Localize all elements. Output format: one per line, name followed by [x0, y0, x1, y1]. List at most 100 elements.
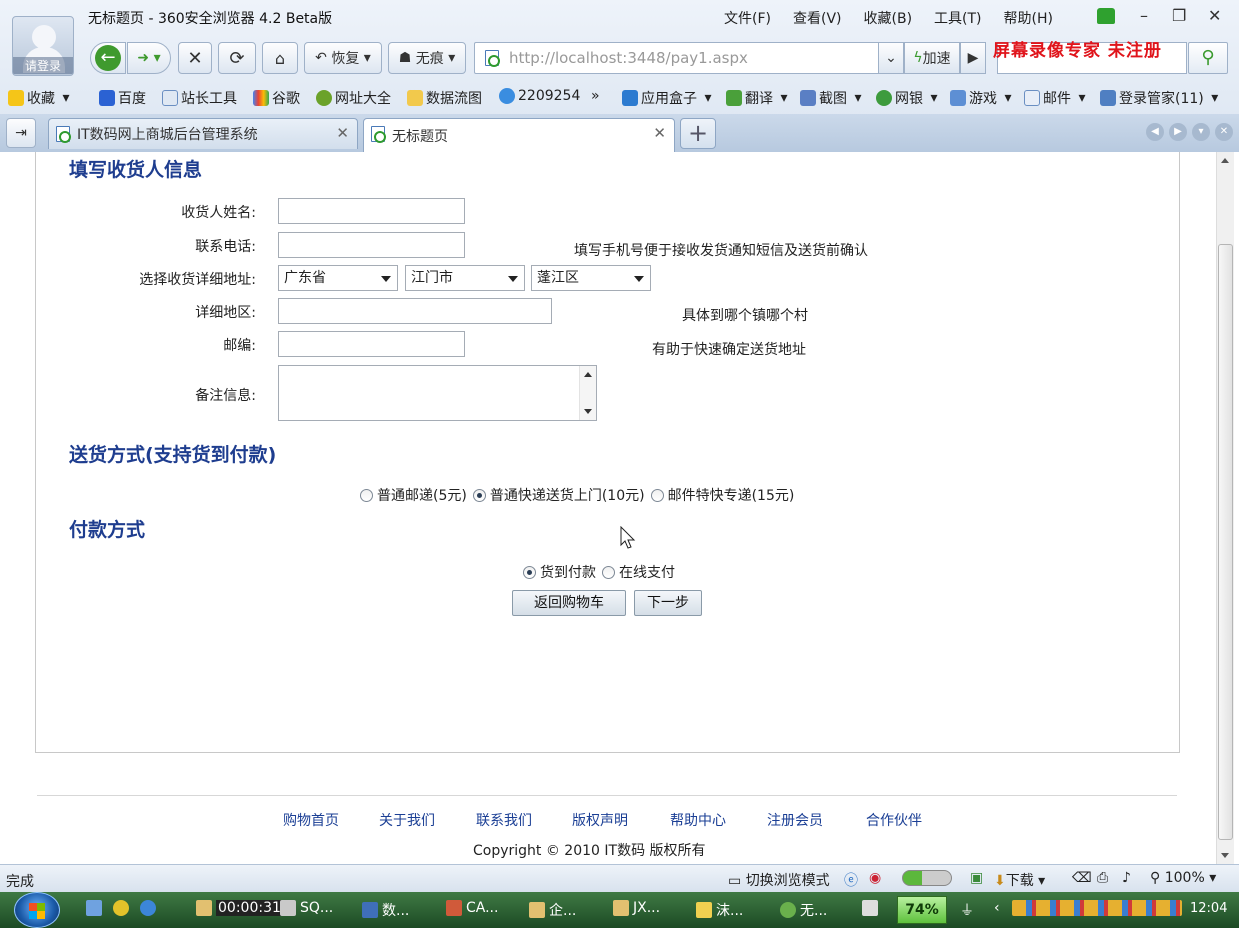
- next-step-button[interactable]: 下一步: [634, 590, 702, 616]
- payment-option-cod[interactable]: 货到付款: [523, 562, 596, 582]
- fav-login-manager[interactable]: 登录管家(11) ▾: [1100, 88, 1218, 108]
- fav-directory[interactable]: 网址大全: [316, 88, 391, 108]
- fav-dataflow[interactable]: 数据流图: [407, 88, 482, 108]
- close-tab-icon[interactable]: ✕: [336, 124, 349, 142]
- scroll-down-icon[interactable]: [584, 409, 592, 414]
- radio-button[interactable]: [602, 565, 615, 579]
- fav-mail[interactable]: 邮件 ▾: [1024, 88, 1085, 108]
- fav-more[interactable]: »: [591, 88, 600, 104]
- task-recorder[interactable]: 00:00:31: [196, 900, 283, 916]
- task-enterprise[interactable]: 企...: [529, 900, 576, 920]
- skin-shirt-icon[interactable]: [1097, 8, 1115, 24]
- close-tab-icon[interactable]: ✕: [653, 124, 666, 142]
- scroll-up-icon[interactable]: [1221, 158, 1229, 163]
- url-text[interactable]: http://localhost:3448/pay1.aspx: [509, 49, 748, 67]
- radio-button[interactable]: [360, 488, 373, 502]
- scroll-down-icon[interactable]: [1221, 853, 1229, 858]
- zoom-control[interactable]: ⚲ 100% ▾: [1150, 870, 1216, 886]
- task-sql[interactable]: SQ...: [280, 900, 333, 916]
- fav-google[interactable]: 谷歌: [253, 88, 300, 108]
- print-icon[interactable]: ⎙: [1097, 870, 1108, 886]
- task-jx[interactable]: JX...: [613, 900, 660, 916]
- download-button[interactable]: ⬇下载 ▾: [994, 870, 1045, 890]
- tab-untitled[interactable]: 无标题页 ✕: [363, 118, 675, 152]
- province-select[interactable]: 广东省: [278, 265, 398, 291]
- shipping-option-mail[interactable]: 普通邮递(5元): [360, 485, 467, 505]
- tray-expand-icon[interactable]: ‹: [994, 900, 1000, 916]
- menu-tools[interactable]: 工具(T): [934, 8, 981, 28]
- footer-link-about[interactable]: 关于我们: [379, 810, 435, 830]
- fav-qq[interactable]: 2209254: [499, 88, 580, 104]
- task-ca[interactable]: CA...: [446, 900, 498, 916]
- fav-bank[interactable]: 网银 ▾: [876, 88, 937, 108]
- footer-link-contact[interactable]: 联系我们: [476, 810, 532, 830]
- volume-icon[interactable]: ♪: [1122, 870, 1131, 886]
- phone-input[interactable]: [278, 232, 465, 258]
- toggle-icon[interactable]: [902, 870, 952, 890]
- tray-icons[interactable]: [1012, 900, 1182, 916]
- footer-link-help[interactable]: 帮助中心: [670, 810, 726, 830]
- menu-favorites[interactable]: 收藏(B): [864, 8, 913, 28]
- radio-button[interactable]: [472, 488, 486, 502]
- refresh-button[interactable]: ⟳: [218, 42, 256, 74]
- footer-link-partners[interactable]: 合作伙伴: [866, 810, 922, 830]
- footer-link-home[interactable]: 购物首页: [283, 810, 339, 830]
- shipping-option-ems[interactable]: 邮件特快专递(15元): [650, 485, 794, 505]
- receiver-name-input[interactable]: [278, 198, 465, 224]
- url-dropdown-button[interactable]: ⌄: [878, 42, 904, 74]
- menu-file[interactable]: 文件(F): [724, 8, 771, 28]
- clean-icon[interactable]: ⌫: [1072, 870, 1092, 886]
- menu-help[interactable]: 帮助(H): [1004, 8, 1053, 28]
- task-data[interactable]: 数...: [362, 900, 409, 920]
- detail-address-input[interactable]: [278, 298, 552, 324]
- fav-baidu[interactable]: 百度: [99, 88, 146, 108]
- sidebar-toggle-button[interactable]: ⇥: [6, 118, 36, 148]
- close-window-icon[interactable]: ✕: [1208, 6, 1221, 25]
- footer-link-register[interactable]: 注册会员: [767, 810, 823, 830]
- fav-webmaster[interactable]: 站长工具: [162, 88, 237, 108]
- district-select[interactable]: 蓬江区: [531, 265, 651, 291]
- switch-mode-button[interactable]: ▭ 切换浏览模式: [728, 870, 830, 890]
- home-button[interactable]: ⌂: [262, 42, 298, 74]
- payment-option-online[interactable]: 在线支付: [602, 562, 675, 582]
- search-button[interactable]: ⚲: [1188, 42, 1228, 74]
- page-scrollbar[interactable]: [1216, 152, 1234, 864]
- tab-list-icon[interactable]: ▾: [1192, 123, 1210, 141]
- tab-scroll-left-icon[interactable]: ◀: [1146, 123, 1164, 141]
- system-clock[interactable]: 12:04: [1190, 901, 1227, 916]
- city-select[interactable]: 江门市: [405, 265, 525, 291]
- power-plug-icon[interactable]: ⏚: [960, 900, 974, 920]
- tab-scroll-right-icon[interactable]: ▶: [1169, 123, 1187, 141]
- restore-button[interactable]: ↶ 恢复 ▾: [304, 42, 382, 74]
- scroll-up-icon[interactable]: [584, 372, 592, 377]
- radio-button[interactable]: [523, 565, 536, 579]
- security-icon[interactable]: ◉: [869, 870, 881, 886]
- start-button[interactable]: [14, 892, 60, 928]
- back-button[interactable]: ←: [90, 42, 126, 74]
- scrollbar-thumb[interactable]: [1218, 244, 1233, 840]
- ie-icon[interactable]: ⓔ: [844, 870, 858, 890]
- back-to-cart-button[interactable]: 返回购物车: [512, 590, 626, 616]
- new-tab-button[interactable]: +: [680, 118, 716, 149]
- speedup-button[interactable]: ϟ 加速: [904, 42, 960, 74]
- task-untitled[interactable]: 无...: [780, 900, 827, 920]
- fav-appbox[interactable]: 应用盒子 ▾: [622, 88, 711, 108]
- footer-link-copyright[interactable]: 版权声明: [572, 810, 628, 830]
- fav-screenshot[interactable]: 截图 ▾: [800, 88, 861, 108]
- keyboard-icon[interactable]: [862, 900, 878, 916]
- address-bar[interactable]: http://localhost:3448/pay1.aspx: [474, 42, 904, 74]
- go-button[interactable]: ▶: [960, 42, 986, 74]
- stop-button[interactable]: ✕: [178, 42, 212, 74]
- restore-window-icon[interactable]: ❐: [1172, 6, 1186, 25]
- shipping-option-express[interactable]: 普通快递送货上门(10元): [472, 485, 645, 505]
- battery-indicator[interactable]: 74%: [897, 896, 947, 924]
- incognito-button[interactable]: ☗ 无痕 ▾: [388, 42, 466, 74]
- browser-quicklaunch-icon[interactable]: [113, 900, 129, 916]
- favorites-menu[interactable]: 收藏 ▾: [8, 88, 69, 108]
- textarea-scrollbar[interactable]: [579, 366, 596, 420]
- show-desktop-icon[interactable]: [86, 900, 102, 916]
- tools-icon[interactable]: ▣: [970, 870, 983, 886]
- close-all-tabs-icon[interactable]: ✕: [1215, 123, 1233, 141]
- fav-games[interactable]: 游戏 ▾: [950, 88, 1011, 108]
- forward-button[interactable]: ➜ ▾: [127, 42, 171, 74]
